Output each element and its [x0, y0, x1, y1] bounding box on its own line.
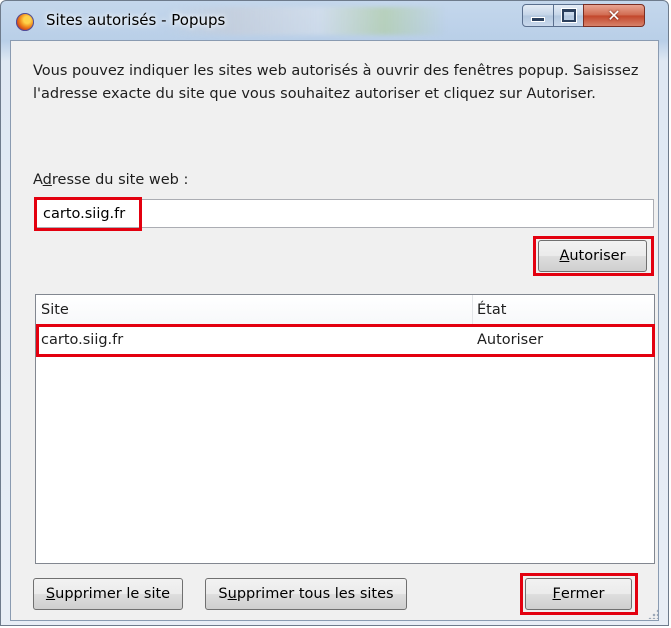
address-label-rest: resse du site web :	[51, 172, 189, 188]
intro-text: Vous pouvez indiquer les sites web autor…	[33, 63, 639, 102]
close-button[interactable]: Fermer	[525, 578, 632, 610]
allow-button[interactable]: Autoriser	[538, 240, 647, 272]
address-label: Adresse du site web :	[33, 172, 188, 188]
allow-accesskey: A	[559, 248, 570, 264]
site-address-input[interactable]	[35, 199, 654, 228]
column-header-state[interactable]: État	[477, 302, 506, 318]
close-label: ermer	[560, 586, 605, 602]
allow-label: utoriser	[569, 248, 626, 264]
list-header: Site État	[36, 295, 654, 326]
column-header-site[interactable]: Site	[41, 302, 69, 318]
remove-site-button[interactable]: Supprimer le site	[33, 578, 183, 610]
remove-all-accesskey: u	[227, 586, 237, 602]
remove-all-label: pprimer tous les sites	[236, 586, 394, 602]
firefox-icon	[16, 13, 34, 31]
address-label-accesskey: d	[42, 172, 52, 188]
remove-all-prefix: S	[218, 586, 228, 602]
window-title: Sites autorisés - Popups	[46, 11, 226, 29]
column-separator[interactable]	[472, 295, 473, 325]
sites-list[interactable]: Site État carto.siig.fr Autoriser	[35, 294, 655, 564]
close-icon: ✕	[607, 5, 621, 25]
address-label-prefix: A	[33, 172, 43, 188]
close-accesskey: F	[552, 586, 561, 602]
row-state: Autoriser	[477, 332, 544, 348]
remove-all-button[interactable]: Su pprimer tous les sites	[205, 578, 407, 610]
maximize-button[interactable]	[553, 4, 584, 27]
remove-site-label: upprimer le site	[55, 586, 171, 602]
remove-site-accesskey: S	[45, 586, 56, 602]
title-bar[interactable]: Sites autorisés - Popups ✕	[1, 1, 668, 41]
minimize-icon	[531, 16, 545, 22]
maximize-icon	[561, 9, 576, 22]
minimize-button[interactable]	[522, 4, 554, 27]
row-site: carto.siig.fr	[41, 332, 124, 348]
close-window-button[interactable]: ✕	[583, 4, 645, 27]
list-row[interactable]: carto.siig.fr Autoriser	[36, 325, 654, 356]
